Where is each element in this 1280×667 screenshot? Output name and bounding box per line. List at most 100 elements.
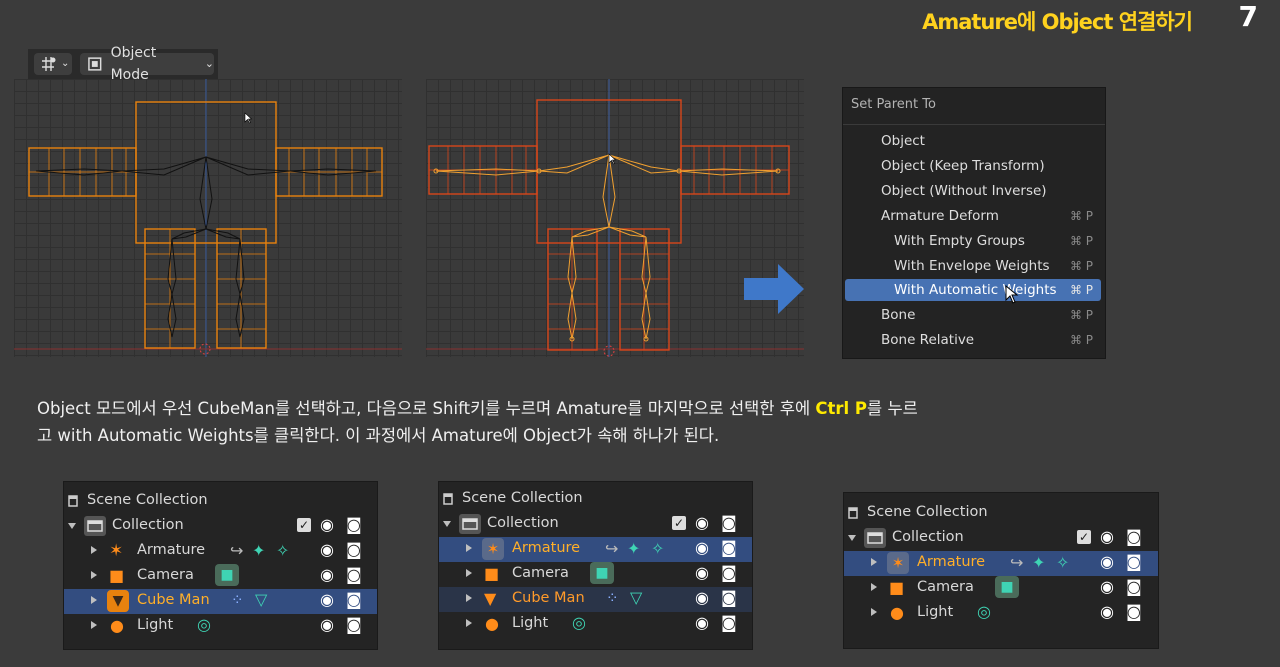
armature-data-icon: ✧: [1056, 553, 1070, 572]
eye-icon[interactable]: ◉: [320, 515, 334, 534]
outliner-panel-1: Scene Collection Collection ✓ ◉ ◙ ✶ Arma…: [63, 481, 378, 650]
scene-collection-row[interactable]: Scene Collection: [844, 501, 1158, 526]
camera-data-icon: ■: [215, 564, 239, 586]
vertex-group-icon: ⁘: [231, 591, 244, 609]
collection-row[interactable]: Collection ✓ ◉ ◙: [64, 514, 377, 539]
camera-render-icon[interactable]: ◙: [346, 590, 362, 609]
eye-icon[interactable]: ◉: [320, 615, 334, 634]
light-data-icon: ◎: [977, 602, 991, 621]
expand-arrow-icon: [466, 544, 472, 552]
menu-item-with-empty-groups[interactable]: With Empty Groups ⌘ P: [845, 230, 1101, 252]
modifier-icon: ↪: [605, 539, 619, 558]
camera-render-icon[interactable]: ◙: [346, 565, 362, 584]
menu-item-object[interactable]: Object: [845, 130, 1101, 152]
light-data-icon: ◎: [197, 615, 211, 634]
outliner-panel-3: Scene Collection Collection ✓ ◉ ◙ ✶ Arma…: [843, 492, 1159, 649]
outliner-row-armature[interactable]: ✶ Armature ↪ ✦ ✧ ◉ ◙: [844, 551, 1158, 576]
expand-arrow-icon: [871, 583, 877, 591]
chevron-down-icon: ⌄: [204, 57, 214, 70]
viewport-after[interactable]: [426, 79, 804, 357]
light-object-icon: ●: [890, 603, 904, 622]
eye-icon[interactable]: ◉: [695, 538, 709, 557]
pivot-icon: [42, 57, 56, 71]
camera-render-icon[interactable]: ◙: [721, 613, 737, 632]
checkbox-icon[interactable]: ✓: [672, 516, 686, 530]
outliner-row-camera[interactable]: ■ Camera ■ ◉ ◙: [64, 564, 377, 589]
camera-render-icon[interactable]: ◙: [721, 588, 737, 607]
camera-render-icon[interactable]: ◙: [346, 540, 362, 559]
camera-render-icon[interactable]: ◙: [346, 515, 362, 534]
menu-item-with-envelope-weights[interactable]: With Envelope Weights ⌘ P: [845, 255, 1101, 277]
checkbox-icon[interactable]: ✓: [1077, 530, 1091, 544]
collection-row[interactable]: Collection ✓ ◉ ◙: [844, 526, 1158, 551]
menu-item-object-keep-transform[interactable]: Object (Keep Transform): [845, 155, 1101, 177]
menu-item-with-automatic-weights[interactable]: With Automatic Weights ⌘ P: [845, 279, 1101, 304]
eye-icon[interactable]: ◉: [1100, 577, 1114, 596]
chevron-down-icon: ⌄: [61, 58, 70, 69]
outliner-row-light[interactable]: ● Light ◎ ◉ ◙: [64, 614, 377, 639]
camera-render-icon[interactable]: ◙: [721, 513, 737, 532]
menu-item-object-without-inverse[interactable]: Object (Without Inverse): [845, 180, 1101, 202]
armature-bones-selected: [433, 154, 781, 342]
outliner-row-armature[interactable]: ✶ Armature ↪ ✦ ✧ ◉ ◙: [439, 537, 752, 562]
eye-icon[interactable]: ◉: [695, 513, 709, 532]
light-object-icon: ●: [485, 614, 499, 633]
menu-item-bone[interactable]: Bone ⌘ P: [845, 304, 1101, 326]
modifier-icon: ↪: [1010, 553, 1024, 572]
expand-arrow-icon: [91, 571, 97, 579]
camera-render-icon[interactable]: ◙: [721, 563, 737, 582]
collection-row[interactable]: Collection ✓ ◉ ◙: [439, 512, 752, 537]
mesh-object-icon: ▼: [484, 589, 497, 608]
transform-pivot-dropdown[interactable]: ⌄: [34, 53, 72, 75]
cubeman-before-scene: [14, 79, 402, 357]
eye-icon[interactable]: ◉: [695, 588, 709, 607]
collapse-arrow-icon: [848, 535, 856, 541]
arrow-right-icon: [744, 264, 804, 314]
menu-item-armature-deform[interactable]: Armature Deform ⌘ P: [845, 205, 1101, 227]
eye-icon[interactable]: ◉: [1100, 602, 1114, 621]
eye-icon[interactable]: ◉: [695, 613, 709, 632]
outliner-row-camera[interactable]: ■ Camera ■ ◉ ◙: [844, 576, 1158, 601]
outliner-row-cube-man[interactable]: ▼ Cube Man ⁘ ▽ ◉ ◙: [64, 589, 377, 614]
light-data-icon: ◎: [572, 613, 586, 632]
scene-collection-row[interactable]: Scene Collection: [64, 489, 377, 514]
outliner-row-cube-man[interactable]: ▼ Cube Man ⁘ ▽ ◉ ◙: [439, 587, 752, 612]
scene-collection-row[interactable]: Scene Collection: [439, 487, 752, 512]
expand-arrow-icon: [466, 619, 472, 627]
outliner-row-armature[interactable]: ✶ Armature ↪ ✦ ✧ ◉ ◙: [64, 539, 377, 564]
armature-icon: ✶: [482, 538, 504, 560]
outliner-row-camera[interactable]: ■ Camera ■ ◉ ◙: [439, 562, 752, 587]
eye-icon[interactable]: ◉: [320, 540, 334, 559]
camera-render-icon[interactable]: ◙: [1126, 577, 1142, 596]
outliner-row-light[interactable]: ● Light ◎ ◉ ◙: [844, 601, 1158, 626]
modifier-icon: ↪: [230, 541, 244, 560]
outliner-panel-2: Scene Collection Collection ✓ ◉ ◙ ✶ Arma…: [438, 481, 753, 650]
description-line-2: 고 with Automatic Weights를 클릭한다. 이 과정에서 A…: [37, 426, 720, 445]
light-object-icon: ●: [110, 616, 124, 635]
camera-object-icon: ■: [109, 566, 125, 585]
cubeman-after-scene: [426, 79, 804, 357]
camera-render-icon[interactable]: ◙: [721, 538, 737, 557]
camera-render-icon[interactable]: ◙: [1126, 527, 1142, 546]
collapse-arrow-icon: [443, 521, 451, 527]
viewport-before[interactable]: [14, 79, 402, 357]
eye-icon[interactable]: ◉: [695, 563, 709, 582]
eye-icon[interactable]: ◉: [320, 565, 334, 584]
pose-icon: ✦: [1032, 553, 1046, 572]
eye-icon[interactable]: ◉: [1100, 552, 1114, 571]
collapse-arrow-icon: [68, 523, 76, 529]
outliner-row-light[interactable]: ● Light ◎ ◉ ◙: [439, 612, 752, 637]
object-mode-dropdown[interactable]: Object Mode ⌄: [80, 45, 214, 83]
checkbox-icon[interactable]: ✓: [297, 518, 311, 532]
eye-icon[interactable]: ◉: [320, 590, 334, 609]
eye-icon[interactable]: ◉: [1100, 527, 1114, 546]
object-mode-icon: [88, 57, 102, 71]
scene-collection-icon: [848, 507, 858, 519]
camera-data-icon: ■: [995, 576, 1019, 598]
menu-item-bone-relative[interactable]: Bone Relative ⌘ P: [845, 329, 1101, 351]
armature-icon: ✶: [109, 541, 124, 561]
camera-render-icon[interactable]: ◙: [1126, 602, 1142, 621]
camera-render-icon[interactable]: ◙: [346, 615, 362, 634]
expand-arrow-icon: [91, 546, 97, 554]
camera-render-icon[interactable]: ◙: [1126, 552, 1142, 571]
